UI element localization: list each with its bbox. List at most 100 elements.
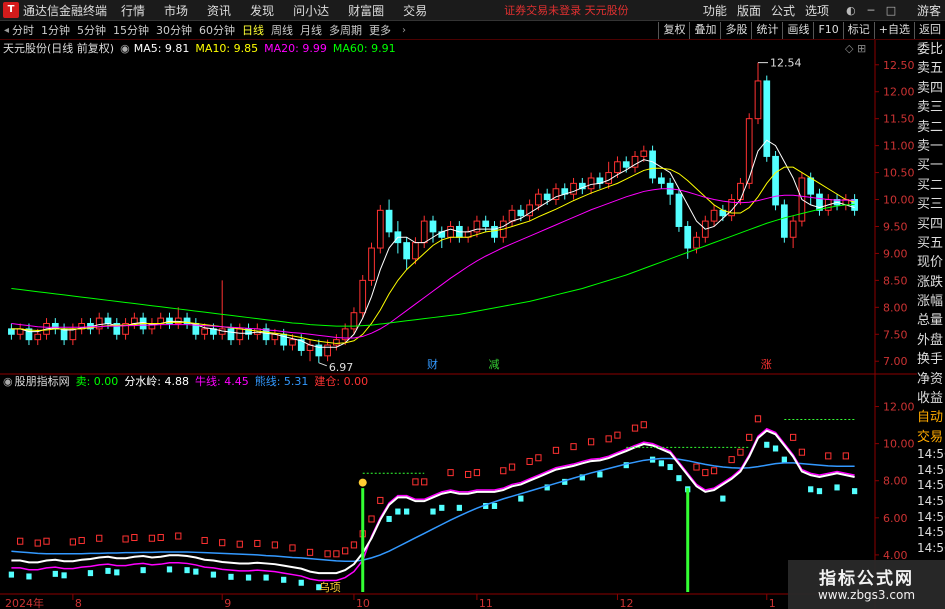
indicator-down-bar bbox=[228, 573, 234, 580]
period-more[interactable]: 更多 bbox=[369, 22, 391, 38]
skin-icon[interactable]: ◐ bbox=[843, 4, 859, 18]
period-30min[interactable]: 30分钟 bbox=[156, 22, 192, 38]
side-entrust-ratio[interactable]: 委比 bbox=[917, 40, 945, 59]
ma-line-ma20 bbox=[11, 188, 855, 339]
chart-corner-icons[interactable]: ◇ ⊞ bbox=[845, 42, 866, 55]
menu-options[interactable]: 选项 bbox=[805, 2, 829, 19]
menu-function[interactable]: 功能 bbox=[703, 2, 727, 19]
side-change-pct[interactable]: 涨幅 bbox=[917, 292, 945, 311]
price-tick-label: 11.50 bbox=[883, 113, 915, 126]
side-bid2[interactable]: 买二 bbox=[917, 176, 945, 195]
period-60min[interactable]: 60分钟 bbox=[199, 22, 235, 38]
side-ask1[interactable]: 卖一 bbox=[917, 137, 945, 156]
side-earnings[interactable]: 收益 bbox=[917, 389, 945, 408]
back-button[interactable]: 返回 bbox=[914, 22, 945, 39]
candle-body bbox=[508, 209, 516, 222]
period-toolbar: ◂ 分时 1分钟 5分钟 15分钟 30分钟 60分钟 日线 周线 月线 多周期… bbox=[0, 21, 945, 40]
side-trade[interactable]: 交易 bbox=[917, 428, 945, 447]
price-tick-label: 8.50 bbox=[883, 274, 908, 287]
side-ask5[interactable]: 卖五 bbox=[917, 59, 945, 78]
indicator-up-bar bbox=[175, 532, 182, 540]
side-turnover[interactable]: 换手 bbox=[917, 350, 945, 369]
menu-formula[interactable]: 公式 bbox=[771, 2, 795, 19]
overlay-button[interactable]: 叠加 bbox=[689, 22, 720, 39]
indicator-up-bar bbox=[535, 454, 542, 462]
f10-button[interactable]: F10 bbox=[813, 22, 842, 39]
maximize-icon[interactable]: □ bbox=[883, 4, 899, 18]
candle-body bbox=[201, 328, 208, 335]
period-multi[interactable]: 多周期 bbox=[329, 22, 362, 38]
menu-layout[interactable]: 版面 bbox=[737, 2, 761, 19]
period-1min[interactable]: 1分钟 bbox=[41, 22, 70, 38]
indicator-settings-icon[interactable]: ◉ bbox=[3, 375, 13, 388]
period-daily[interactable]: 日线 bbox=[242, 22, 264, 38]
indicator-up-bar bbox=[447, 469, 454, 477]
side-ask2[interactable]: 卖二 bbox=[917, 118, 945, 137]
side-bid5[interactable]: 买五 bbox=[917, 234, 945, 253]
indicator-up-bar bbox=[710, 467, 718, 475]
indicator-down-bar bbox=[386, 515, 392, 522]
candle-body bbox=[640, 150, 648, 157]
candle-body bbox=[535, 193, 542, 206]
menu-discover[interactable]: 发现 bbox=[250, 2, 274, 19]
menu-trade[interactable]: 交易 bbox=[403, 2, 427, 19]
menu-market[interactable]: 行情 bbox=[121, 2, 145, 19]
menu-assistant[interactable]: 问小达 bbox=[293, 2, 329, 19]
indicator-down-bar bbox=[166, 566, 173, 573]
indicator-bear-label: 熊线: 5.31 bbox=[254, 375, 309, 388]
side-time-row: 14:56 bbox=[917, 525, 945, 540]
quote-sidebar: 委比 卖五 卖四 卖三 卖二 卖一 买一 买二 买三 买四 买五 现价 涨跌 涨… bbox=[917, 40, 945, 556]
candle-body bbox=[649, 150, 656, 179]
user-label[interactable]: 游客 bbox=[917, 2, 941, 19]
side-change[interactable]: 涨跌 bbox=[917, 273, 945, 292]
high-price-label: 12.54 bbox=[770, 57, 802, 70]
side-auto[interactable]: 自动 bbox=[917, 408, 945, 427]
price-tick-label: 10.00 bbox=[883, 194, 915, 207]
side-ask3[interactable]: 卖三 bbox=[917, 98, 945, 117]
period-weekly[interactable]: 周线 bbox=[271, 22, 293, 38]
toolbar-left-arrow-icon[interactable]: ◂ bbox=[4, 25, 9, 36]
side-bid1[interactable]: 买一 bbox=[917, 156, 945, 175]
candle-body bbox=[587, 177, 595, 190]
side-ask4[interactable]: 卖四 bbox=[917, 79, 945, 98]
indicator-down-bar bbox=[720, 495, 726, 502]
ma-line-ma10 bbox=[11, 166, 855, 344]
multi-stock-button[interactable]: 多股 bbox=[720, 22, 751, 39]
x-axis-label: 10 bbox=[356, 597, 370, 609]
period-intraday[interactable]: 分时 bbox=[12, 22, 34, 38]
side-bid4[interactable]: 买四 bbox=[917, 215, 945, 234]
kline-chart[interactable]: 12.50 12.00 11.50 11.00 10.50 10.00 9.50 9.00 8.… bbox=[0, 40, 917, 609]
side-bid3[interactable]: 买三 bbox=[917, 195, 945, 214]
candle-body bbox=[684, 225, 692, 249]
indicator-down-bar bbox=[781, 456, 787, 463]
more-chevron-icon[interactable]: › bbox=[402, 25, 406, 36]
ma-settings-icon[interactable]: ◉ bbox=[120, 42, 130, 55]
indicator-up-bar bbox=[500, 467, 507, 475]
adjust-button[interactable]: 复权 bbox=[658, 22, 689, 39]
menu-wealth-circle[interactable]: 财富圈 bbox=[348, 2, 384, 19]
indicator-down-bar bbox=[140, 567, 146, 574]
ma10-label: MA10: 9.85 bbox=[195, 41, 259, 55]
side-price[interactable]: 现价 bbox=[917, 253, 945, 272]
period-15min[interactable]: 15分钟 bbox=[113, 22, 149, 38]
indicator-up-bar bbox=[789, 433, 797, 441]
indicator-down-bar bbox=[404, 508, 410, 515]
side-net-assets[interactable]: 净资 bbox=[917, 370, 945, 389]
minimize-icon[interactable]: ─ bbox=[863, 4, 879, 18]
x-axis-label: 12 bbox=[619, 597, 633, 609]
watermark-title: 指标公式网 bbox=[819, 569, 914, 589]
mark-button[interactable]: 标记 bbox=[842, 22, 874, 39]
indicator-up-bar bbox=[421, 478, 428, 486]
draw-line-button[interactable]: 画线 bbox=[782, 22, 813, 39]
side-volume[interactable]: 总量 bbox=[917, 311, 945, 330]
add-watchlist-button[interactable]: +自选 bbox=[873, 22, 914, 39]
period-5min[interactable]: 5分钟 bbox=[77, 22, 106, 38]
indicator-up-bar bbox=[737, 448, 744, 456]
menu-exchange[interactable]: 市场 bbox=[164, 2, 188, 19]
indicator-up-bar bbox=[473, 469, 481, 477]
statistics-button[interactable]: 统计 bbox=[751, 22, 782, 39]
menu-news[interactable]: 资讯 bbox=[207, 2, 231, 19]
indicator-up-bar bbox=[605, 435, 612, 443]
side-outer-volume[interactable]: 外盘 bbox=[917, 331, 945, 350]
period-monthly[interactable]: 月线 bbox=[300, 22, 322, 38]
